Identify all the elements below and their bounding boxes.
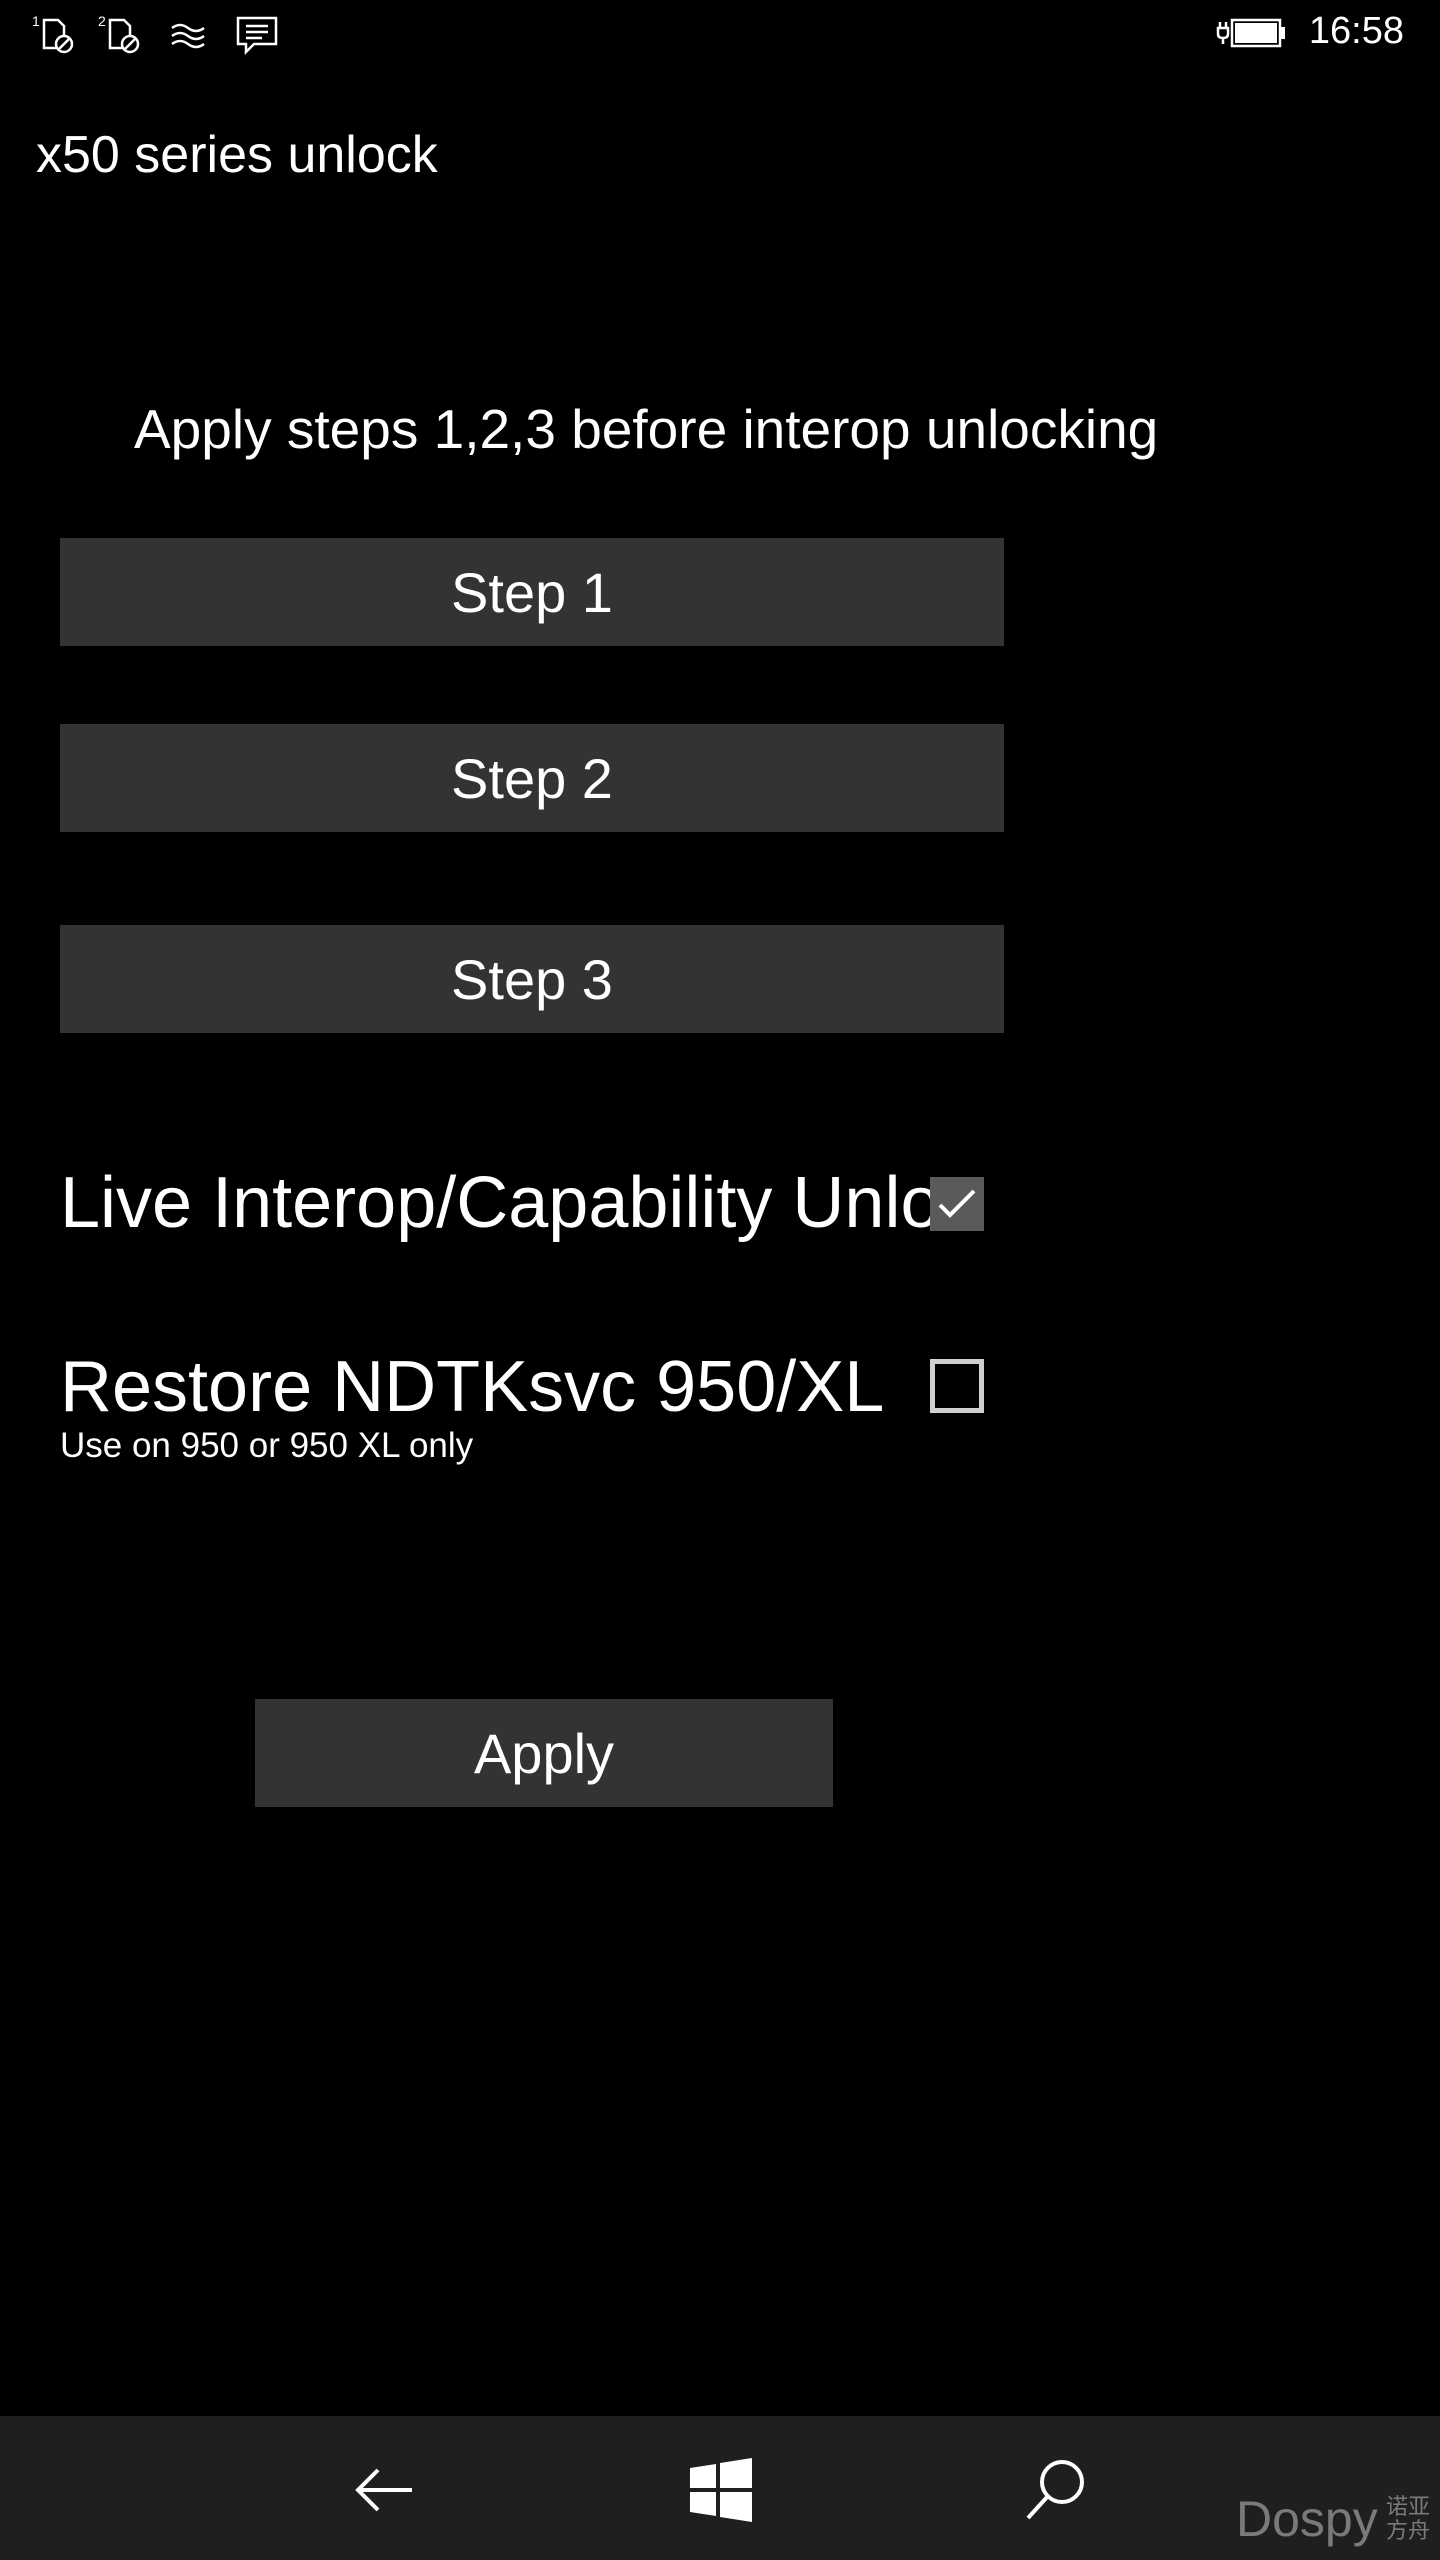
windows-start-icon[interactable] (680, 2450, 760, 2530)
live-interop-unlock-label: Live Interop/Capability Unlock (60, 1163, 930, 1243)
restore-ndtksvc-subtext: Use on 950 or 950 XL only (60, 1426, 474, 1465)
watermark-cn-text: 诺亚方舟 (1386, 2495, 1431, 2544)
battery-charging-icon (1216, 14, 1288, 54)
instruction-text: Apply steps 1,2,3 before interop unlocki… (134, 398, 1159, 460)
sim1-number: 1 (32, 13, 40, 29)
step-1-button[interactable]: Step 1 (60, 538, 1004, 646)
step-3-button[interactable]: Step 3 (60, 925, 1004, 1033)
checkmark-icon (938, 1189, 976, 1218)
restore-ndtksvc-label: Restore NDTKsvc 950/XL (60, 1347, 885, 1427)
back-icon[interactable] (344, 2450, 424, 2530)
app-title: x50 series unlock (36, 126, 438, 184)
live-interop-unlock-checkbox[interactable] (930, 1177, 984, 1231)
sim2-number: 2 (98, 13, 106, 29)
watermark-logo: Dospy (1236, 2491, 1378, 2547)
navigation-bar: Dospy 诺亚方舟 (0, 2416, 1440, 2560)
restore-ndtksvc-checkbox[interactable] (930, 1359, 984, 1413)
sim1-no-signal-icon: 1 (32, 12, 82, 58)
status-bar: 1 2 16:58 (0, 0, 1440, 72)
sim2-no-signal-icon: 2 (98, 12, 148, 58)
search-icon[interactable] (1016, 2450, 1096, 2530)
message-icon (234, 12, 284, 58)
wifi-icon (166, 12, 216, 58)
step-2-button[interactable]: Step 2 (60, 724, 1004, 832)
clock: 16:58 (1308, 10, 1404, 52)
apply-button[interactable]: Apply (255, 1699, 833, 1807)
